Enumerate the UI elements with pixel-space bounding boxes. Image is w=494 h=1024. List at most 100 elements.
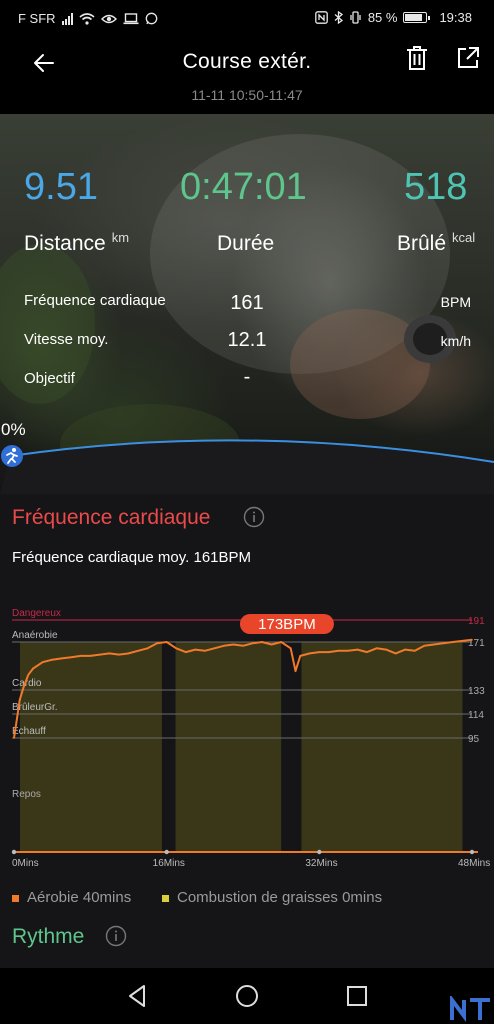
data-point bbox=[204, 650, 206, 652]
data-point bbox=[32, 667, 34, 670]
zone-label: Anaérobie bbox=[12, 630, 58, 641]
data-point bbox=[213, 647, 216, 650]
runner-icon bbox=[1, 445, 23, 467]
nav-home-icon[interactable] bbox=[233, 982, 261, 1010]
activity-segment bbox=[175, 642, 282, 852]
wifi-icon bbox=[79, 12, 95, 25]
calories-label-text: Brûlé bbox=[397, 232, 447, 255]
share-icon[interactable] bbox=[454, 44, 482, 72]
data-point bbox=[194, 648, 197, 651]
data-point bbox=[51, 658, 53, 661]
nfc-icon bbox=[314, 11, 328, 24]
data-point bbox=[356, 648, 359, 651]
heart-rate-unit: BPM bbox=[440, 294, 471, 310]
heart-rate-label: Fréquence cardiaque bbox=[24, 292, 166, 309]
heart-rate-average: Fréquence cardiaque moy. 161BPM bbox=[12, 549, 252, 566]
data-point bbox=[70, 656, 73, 658]
activity-segment bbox=[301, 642, 463, 852]
x-tick-label: 16Mins bbox=[153, 858, 185, 869]
nav-back-icon[interactable] bbox=[124, 982, 152, 1010]
data-point bbox=[270, 643, 273, 646]
x-tick-label: 0Mins bbox=[12, 858, 39, 869]
data-point bbox=[299, 655, 302, 657]
data-point bbox=[328, 651, 330, 653]
battery-icon bbox=[403, 12, 431, 23]
goal-value: - bbox=[243, 366, 251, 388]
data-point bbox=[308, 652, 311, 655]
signal-icon bbox=[61, 12, 73, 25]
data-point bbox=[251, 642, 254, 645]
y-tick-label: 133 bbox=[468, 686, 485, 697]
data-point bbox=[413, 650, 416, 652]
zone-label: Repos bbox=[12, 789, 41, 800]
carrier-label: F SFR bbox=[18, 11, 56, 26]
x-tick-label: 32Mins bbox=[305, 858, 337, 869]
data-point bbox=[242, 644, 244, 647]
data-point bbox=[452, 641, 454, 643]
x-tick-dot bbox=[11, 849, 17, 855]
data-point bbox=[165, 641, 168, 643]
data-point bbox=[471, 639, 473, 641]
peak-label: 173BPM bbox=[258, 616, 316, 633]
session-time-range: 11-11 10:50-11:47 bbox=[191, 87, 303, 103]
x-tick-label: 48Mins bbox=[458, 858, 490, 869]
calories-value: 518 bbox=[404, 166, 468, 208]
distance-unit: km bbox=[111, 230, 130, 245]
avg-speed-label: Vitesse moy. bbox=[24, 331, 109, 348]
data-point bbox=[175, 647, 178, 650]
data-point bbox=[99, 653, 101, 656]
y-tick-label: 114 bbox=[468, 710, 484, 721]
data-point bbox=[18, 699, 21, 701]
zone-label: Dangereux bbox=[12, 608, 61, 619]
data-point bbox=[60, 657, 63, 660]
data-point bbox=[404, 648, 407, 651]
calories-label: Brûlé kcal bbox=[397, 230, 476, 256]
data-point bbox=[394, 652, 397, 655]
data-point bbox=[261, 641, 263, 643]
x-tick-dot bbox=[317, 849, 322, 855]
distance-value: 9.51 bbox=[24, 166, 98, 208]
legend-aerobic: Aérobie 40mins bbox=[12, 889, 131, 906]
data-point bbox=[27, 674, 30, 676]
watermark-logo bbox=[450, 996, 490, 1022]
pace-info-icon[interactable] bbox=[105, 925, 127, 947]
data-point bbox=[41, 661, 44, 664]
heart-rate-title: Fréquence cardiaque bbox=[12, 506, 211, 529]
goal-label: Objectif bbox=[24, 370, 75, 387]
status-bar: F SFR 85 % 19:38 bbox=[0, 0, 494, 36]
activity-segment bbox=[20, 642, 162, 852]
legend-aerobic-swatch bbox=[12, 894, 19, 902]
goal-progress: 0% bbox=[0, 420, 494, 494]
data-point bbox=[108, 652, 111, 655]
duration-label: Durée bbox=[217, 232, 275, 255]
clock: 19:38 bbox=[439, 10, 472, 25]
trash-icon[interactable] bbox=[404, 44, 430, 72]
progress-arc bbox=[0, 439, 494, 494]
data-point bbox=[16, 718, 18, 720]
data-point bbox=[337, 650, 340, 652]
legend-fat-burn-swatch bbox=[162, 894, 169, 902]
data-point bbox=[318, 651, 321, 653]
data-point bbox=[184, 651, 187, 653]
data-point bbox=[146, 647, 149, 650]
nav-recents-icon[interactable] bbox=[343, 982, 371, 1010]
data-point bbox=[347, 650, 349, 652]
duration-value: 0:47:01 bbox=[180, 166, 307, 208]
distance-label-text: Distance bbox=[24, 232, 106, 255]
y-tick-label: 191 bbox=[468, 616, 485, 627]
calories-unit: kcal bbox=[452, 230, 476, 245]
zone-label: Échauff bbox=[12, 724, 46, 737]
data-point bbox=[366, 651, 368, 653]
legend-fat-burn-label: Combustion de graisses 0mins bbox=[177, 889, 383, 906]
avg-speed-unit: km/h bbox=[440, 333, 471, 349]
heart-rate-chart: Dangereux191Anaérobie171Cardio133Brûleur… bbox=[11, 608, 490, 869]
info-icon[interactable] bbox=[243, 506, 265, 528]
data-point bbox=[442, 642, 445, 645]
data-point bbox=[22, 686, 25, 689]
data-point bbox=[375, 647, 378, 650]
data-point bbox=[223, 644, 225, 647]
y-tick-label: 95 bbox=[468, 734, 480, 745]
data-point bbox=[294, 670, 297, 672]
data-point bbox=[156, 642, 158, 645]
data-point bbox=[137, 650, 139, 652]
